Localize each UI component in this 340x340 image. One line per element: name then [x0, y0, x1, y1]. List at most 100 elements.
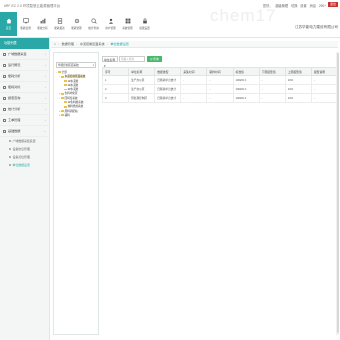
folder-icon [61, 114, 64, 117]
nav-item-analysis[interactable]: 能效分析 [34, 12, 51, 36]
folder-icon [64, 80, 67, 82]
column-header: 下限报警值 [258, 67, 286, 76]
table-header-row: 序号 单位名称 数据类型 采集时间 取样时间 标准值 下限报警值 上限报警值 报警说明 [101, 67, 339, 76]
column-header: 标准值 [232, 67, 260, 76]
sidebar-item-statistics[interactable]: 统计分析 › [0, 104, 49, 115]
folder-icon [61, 92, 64, 95]
sidebar-item-report-query[interactable]: 报表查询 › [0, 93, 49, 104]
nav-item-manage[interactable]: 能耗管理 [68, 12, 85, 36]
menu-icon [3, 130, 6, 133]
table-cell: 10% [284, 84, 312, 94]
tree-node-label: 原料调配站 [64, 109, 78, 113]
table-cell: - [258, 75, 286, 85]
tree-search-select[interactable]: 华能控制区面系统 ▾ [56, 62, 96, 68]
table-cell: 100kW·h [232, 75, 260, 85]
permission-icon [142, 18, 147, 24]
table-cell: 生产办公区 [128, 75, 156, 85]
home-icon[interactable]: ⌂ [54, 42, 56, 46]
user-icon [108, 18, 113, 24]
tree-panel: 华能控制区面系统 ▾ − 全部 − 水泥控制区面系统 1#水泥磨 2#水泥磨 3#水泥磨 + 生… [53, 52, 99, 335]
chevron-right-icon: › [44, 118, 46, 122]
column-header: 采集时间 [180, 67, 208, 76]
table-cell: 10% [284, 93, 312, 103]
scrollbar-thumb[interactable] [336, 53, 339, 333]
sidebar-item-workorder[interactable]: 工单管理 › [0, 115, 49, 126]
table-cell: 日能耗单元统计 [154, 84, 182, 94]
search-button[interactable]: Q 查询 [147, 56, 162, 62]
chevron-right-icon: › [44, 107, 46, 111]
tree-node[interactable]: + 辅料 [54, 114, 98, 118]
table-cell: 日能耗单元统计 [154, 93, 182, 103]
table-cell: - [180, 84, 208, 94]
breadcrumb-item[interactable]: 水泥控制区面系统 [80, 42, 105, 46]
user-links: 您好， 超级管理 切换 设置 消息 290+ [261, 3, 326, 8]
company-name: 江苏华能电力建设有限公司 [294, 25, 338, 29]
breadcrumb-current: 单位数据设置 [110, 42, 129, 46]
chevron-right-icon: › [44, 96, 46, 100]
tree-node-label: 水泥控制区面系统 [64, 75, 86, 79]
manage-icon [74, 18, 79, 24]
settings-link[interactable]: 设置 [300, 4, 306, 8]
table-cell: 10% [284, 75, 312, 85]
sidebar-subitem-unit-settings[interactable]: 单位数据设置 [0, 161, 49, 169]
main-nav: 首页 能耗监测 能效分析 能耗报表 能耗管理 统计查询 用户管理 系统管理 权限… [0, 12, 153, 36]
sidebar-item-basic-data[interactable]: 基础数据 ⌄ [0, 126, 49, 137]
app-title: #RF-EC 2.0 环境智慧云能源管理平台 [4, 4, 61, 8]
nav-item-user[interactable]: 用户管理 [102, 12, 119, 36]
table-row[interactable]: 2 生产办公区 日能耗单元统计 - -100kW·h -10% - [101, 84, 339, 94]
exit-button[interactable]: 退出 [328, 2, 338, 7]
separator: › [58, 42, 60, 46]
field-select[interactable]: 单位名称 ▾ [102, 56, 118, 68]
bullet-icon [9, 164, 11, 167]
sidebar-item-energy-analysis[interactable]: 能耗分析 › [0, 71, 49, 82]
table-cell: 1 [101, 75, 130, 85]
sidebar-item-collection[interactable]: 广域数据采集 › [0, 49, 49, 60]
home-icon [6, 18, 11, 24]
switch-link[interactable]: 切换 [291, 4, 297, 8]
tree-node-label: 1#生料磨系统 [67, 101, 84, 105]
table-row[interactable]: 1 生产办公区 日能耗单元统计 - -100kW·h -10% - [101, 75, 339, 85]
chevron-right-icon: › [44, 74, 46, 78]
user-name-link[interactable]: 超级管理 [275, 4, 288, 8]
scrollbar[interactable] [336, 52, 339, 335]
column-header: 序号 [101, 67, 130, 76]
dropdown-icon: ▾ [92, 64, 94, 67]
table-cell: 2 [101, 84, 130, 94]
content-area: 单位名称 ▾ 请输入查询 Q 查询 序号 单位名称 数据类型 采集时间 取样时间 标准值下… [101, 52, 339, 103]
tree-nodes: − 全部 − 水泥控制区面系统 1#水泥磨 2#水泥磨 3#水泥磨 + 生料均化区 − 回转窑系统 1… [54, 71, 98, 118]
table-cell: - [258, 93, 286, 103]
top-bar: #RF-EC 2.0 环境智慧云能源管理平台 chem17 您好， 超级管理 切… [0, 0, 340, 38]
chevron-right-icon: › [44, 63, 46, 67]
table-cell: 100kW·h [232, 84, 260, 94]
table-cell: 3 [101, 93, 130, 103]
table-cell: - [310, 84, 339, 94]
nav-item-search[interactable]: 统计查询 [85, 12, 102, 36]
table-cell: - [206, 84, 234, 94]
folder-icon [64, 105, 67, 108]
system-icon [125, 18, 130, 24]
sidebar-subitem-device[interactable]: 广域数据采集装置 [0, 137, 49, 145]
breadcrumb-item[interactable]: 数据管理 [62, 42, 74, 46]
column-header: 报警说明 [310, 67, 339, 76]
search-icon [90, 18, 97, 24]
sidebar-item-overview[interactable]: 运行概况 › [0, 60, 49, 71]
nav-item-home[interactable]: 首页 [0, 12, 17, 36]
nav-item-system[interactable]: 系统管理 [119, 12, 136, 36]
search-input[interactable]: 请输入查询 [119, 56, 145, 62]
bullet-icon [9, 156, 11, 159]
nav-item-permission[interactable]: 权限设置 [136, 12, 153, 36]
tree-node-label: 2#水泥磨 [67, 83, 79, 87]
sidebar-subitem-point[interactable]: 设备点位管理 [0, 153, 49, 161]
messages-link[interactable]: 消息 [310, 4, 316, 8]
sidebar-head: 功能列表 [0, 38, 49, 49]
sidebar-item-benchmark[interactable]: 能耗对标 › [0, 82, 49, 93]
table-cell: 日能耗单元统计 [154, 75, 182, 85]
menu-icon [3, 108, 6, 111]
sidebar-subitem-device-info[interactable]: 设备信息管理 [0, 145, 49, 153]
table-cell: - [310, 75, 339, 85]
table-row[interactable]: 3 预处理控制区 日能耗单元统计 - -100kW·h -10% - [101, 93, 339, 103]
nav-item-report[interactable]: 能耗报表 [51, 12, 68, 36]
table-body: 1 生产办公区 日能耗单元统计 - -100kW·h -10% -2 生产办公区 日能耗单元统计… [101, 75, 339, 103]
nav-item-monitor[interactable]: 能耗监测 [17, 12, 34, 36]
chevron-right-icon: › [44, 52, 46, 56]
